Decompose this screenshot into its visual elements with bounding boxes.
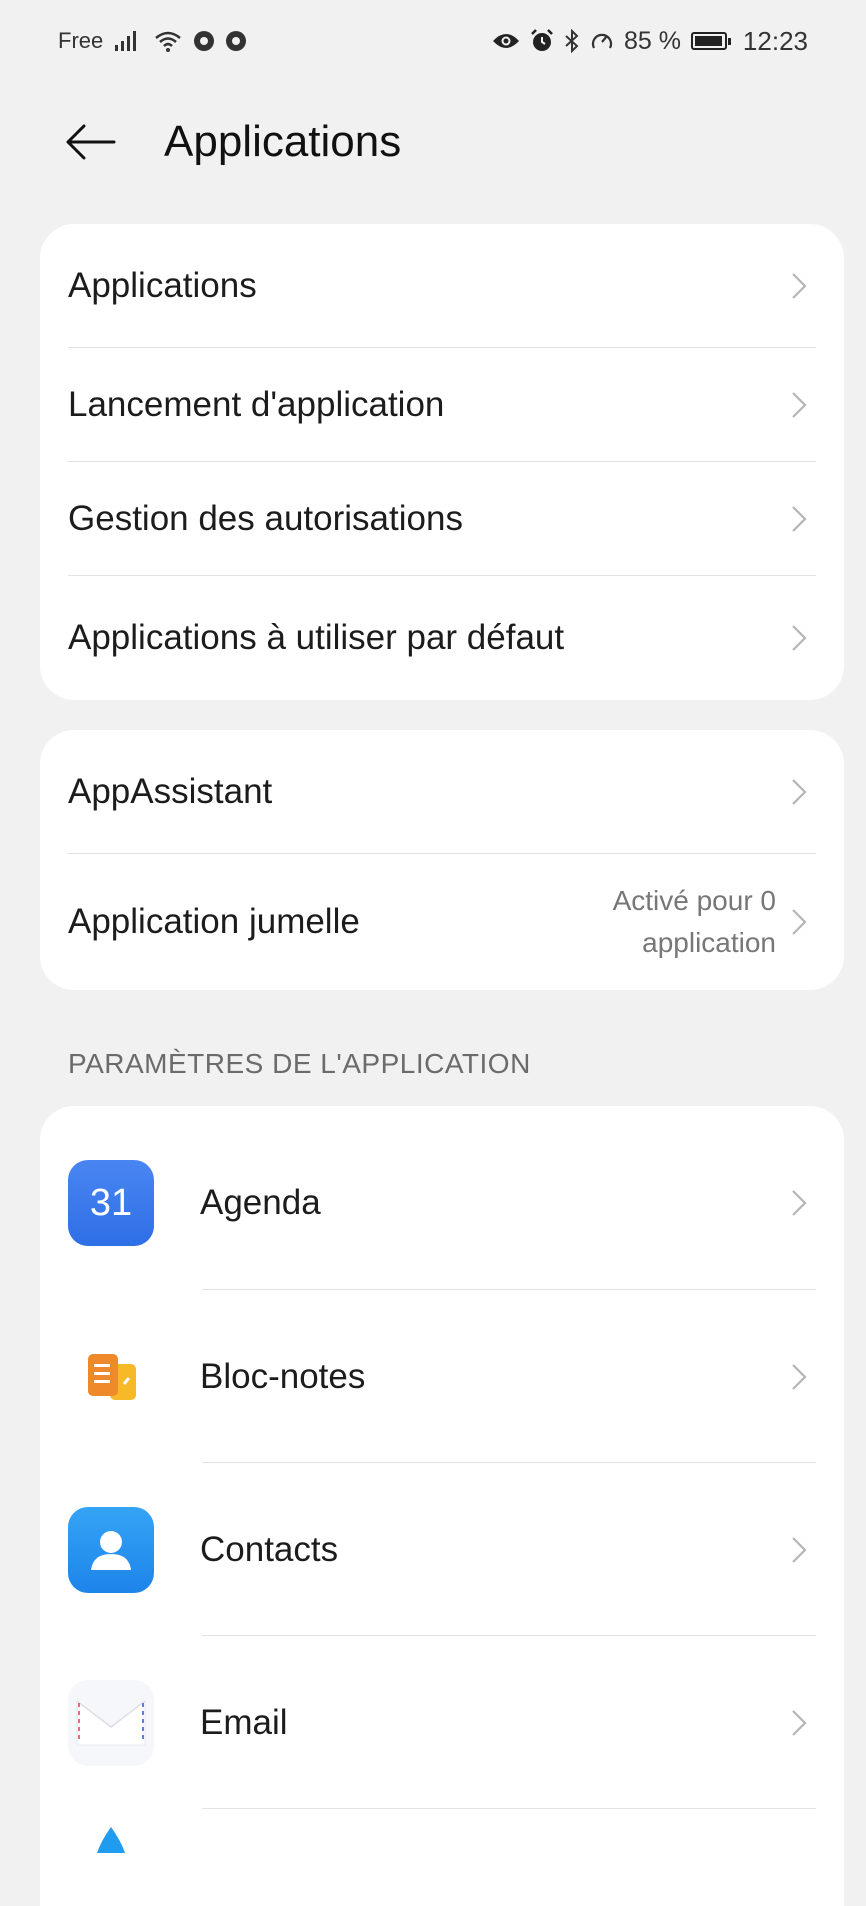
- menu-item-label: Gestion des autorisations: [68, 499, 463, 538]
- chrome-icon: [194, 31, 215, 51]
- menu-item-applications[interactable]: Applications: [40, 224, 844, 348]
- chevron-right-icon: [792, 392, 807, 418]
- app-item-label: Email: [200, 1702, 288, 1742]
- chevron-right-icon: [792, 506, 807, 532]
- menu-item-permissions[interactable]: Gestion des autorisations: [40, 462, 844, 576]
- chevron-right-icon: [792, 1190, 807, 1216]
- carrier-name: Free: [58, 28, 104, 53]
- calendar-icon: 31: [68, 1160, 154, 1246]
- app-item-label: Bloc-notes: [200, 1356, 366, 1396]
- menu-item-twin-app[interactable]: Application jumelle Activé pour 0 applic…: [40, 854, 844, 990]
- eye-icon: [492, 34, 519, 48]
- email-icon: [68, 1679, 154, 1766]
- back-button[interactable]: [64, 112, 124, 172]
- alarm-icon: [531, 29, 553, 51]
- wifi-icon: [155, 31, 182, 52]
- arrow-left-icon: [66, 124, 116, 160]
- speed-icon: [591, 33, 613, 49]
- chevron-right-icon: [792, 1363, 807, 1390]
- battery-percent: 85 %: [623, 26, 681, 55]
- app-item-contacts[interactable]: Contacts: [40, 1463, 844, 1636]
- page-title: Applications: [164, 117, 402, 166]
- app-item-label: Agenda: [200, 1183, 321, 1222]
- status-left: Free: [58, 28, 247, 54]
- bluetooth-icon: [565, 29, 579, 53]
- twin-app-status-line1: Activé pour 0: [612, 885, 776, 916]
- menu-item-label: AppAssistant: [68, 772, 273, 811]
- menu-item-app-launch[interactable]: Lancement d'application: [40, 348, 844, 462]
- settings-group-assistant: AppAssistant Application jumelle Activé …: [40, 730, 844, 990]
- menu-item-default-apps[interactable]: Applications à utiliser par défaut: [40, 576, 844, 700]
- app-item-label: Contacts: [200, 1529, 339, 1569]
- menu-item-label: Application jumelle: [68, 902, 360, 941]
- settings-group-general: Applications Lancement d'application Ges…: [40, 224, 844, 700]
- app-item-partial[interactable]: [40, 1809, 844, 1906]
- chevron-right-icon: [792, 273, 807, 299]
- section-title-app-settings: PARAMÈTRES DE L'APPLICATION: [68, 1048, 531, 1079]
- chevron-right-icon: [792, 909, 807, 935]
- status-right: 85 % 12:23: [492, 26, 808, 57]
- chevron-right-icon: [792, 779, 807, 805]
- chevron-right-icon: [792, 625, 807, 651]
- menu-item-appassistant[interactable]: AppAssistant: [40, 730, 844, 854]
- menu-item-label: Lancement d'application: [68, 385, 445, 424]
- chrome-icon: [226, 31, 247, 51]
- app-item-agenda[interactable]: 31 Agenda: [40, 1106, 844, 1290]
- app-item-email[interactable]: Email: [40, 1636, 844, 1809]
- twin-app-status-line2: application: [642, 927, 776, 958]
- signal-icon: [115, 31, 137, 51]
- chevron-right-icon: [792, 1536, 807, 1563]
- clock-time: 12:23: [742, 25, 808, 56]
- water-drop-icon: [68, 1823, 154, 1906]
- app-bar: Applications: [0, 82, 866, 202]
- contacts-icon: [68, 1506, 154, 1593]
- chevron-right-icon: [792, 1709, 807, 1736]
- menu-item-label: Applications à utiliser par défaut: [68, 618, 565, 657]
- app-item-bloc-notes[interactable]: Bloc-notes: [40, 1290, 844, 1463]
- battery-icon: [690, 32, 731, 50]
- status-bar: Free 85 % 12:23: [0, 0, 866, 82]
- twin-app-status: Activé pour 0 application: [566, 880, 776, 964]
- calendar-icon-day: 31: [89, 1181, 133, 1224]
- notepad-icon: [68, 1333, 154, 1420]
- menu-item-label: Applications: [68, 266, 257, 305]
- settings-group-apps: 31 Agenda Bloc-notes Contacts Email: [40, 1106, 844, 1906]
